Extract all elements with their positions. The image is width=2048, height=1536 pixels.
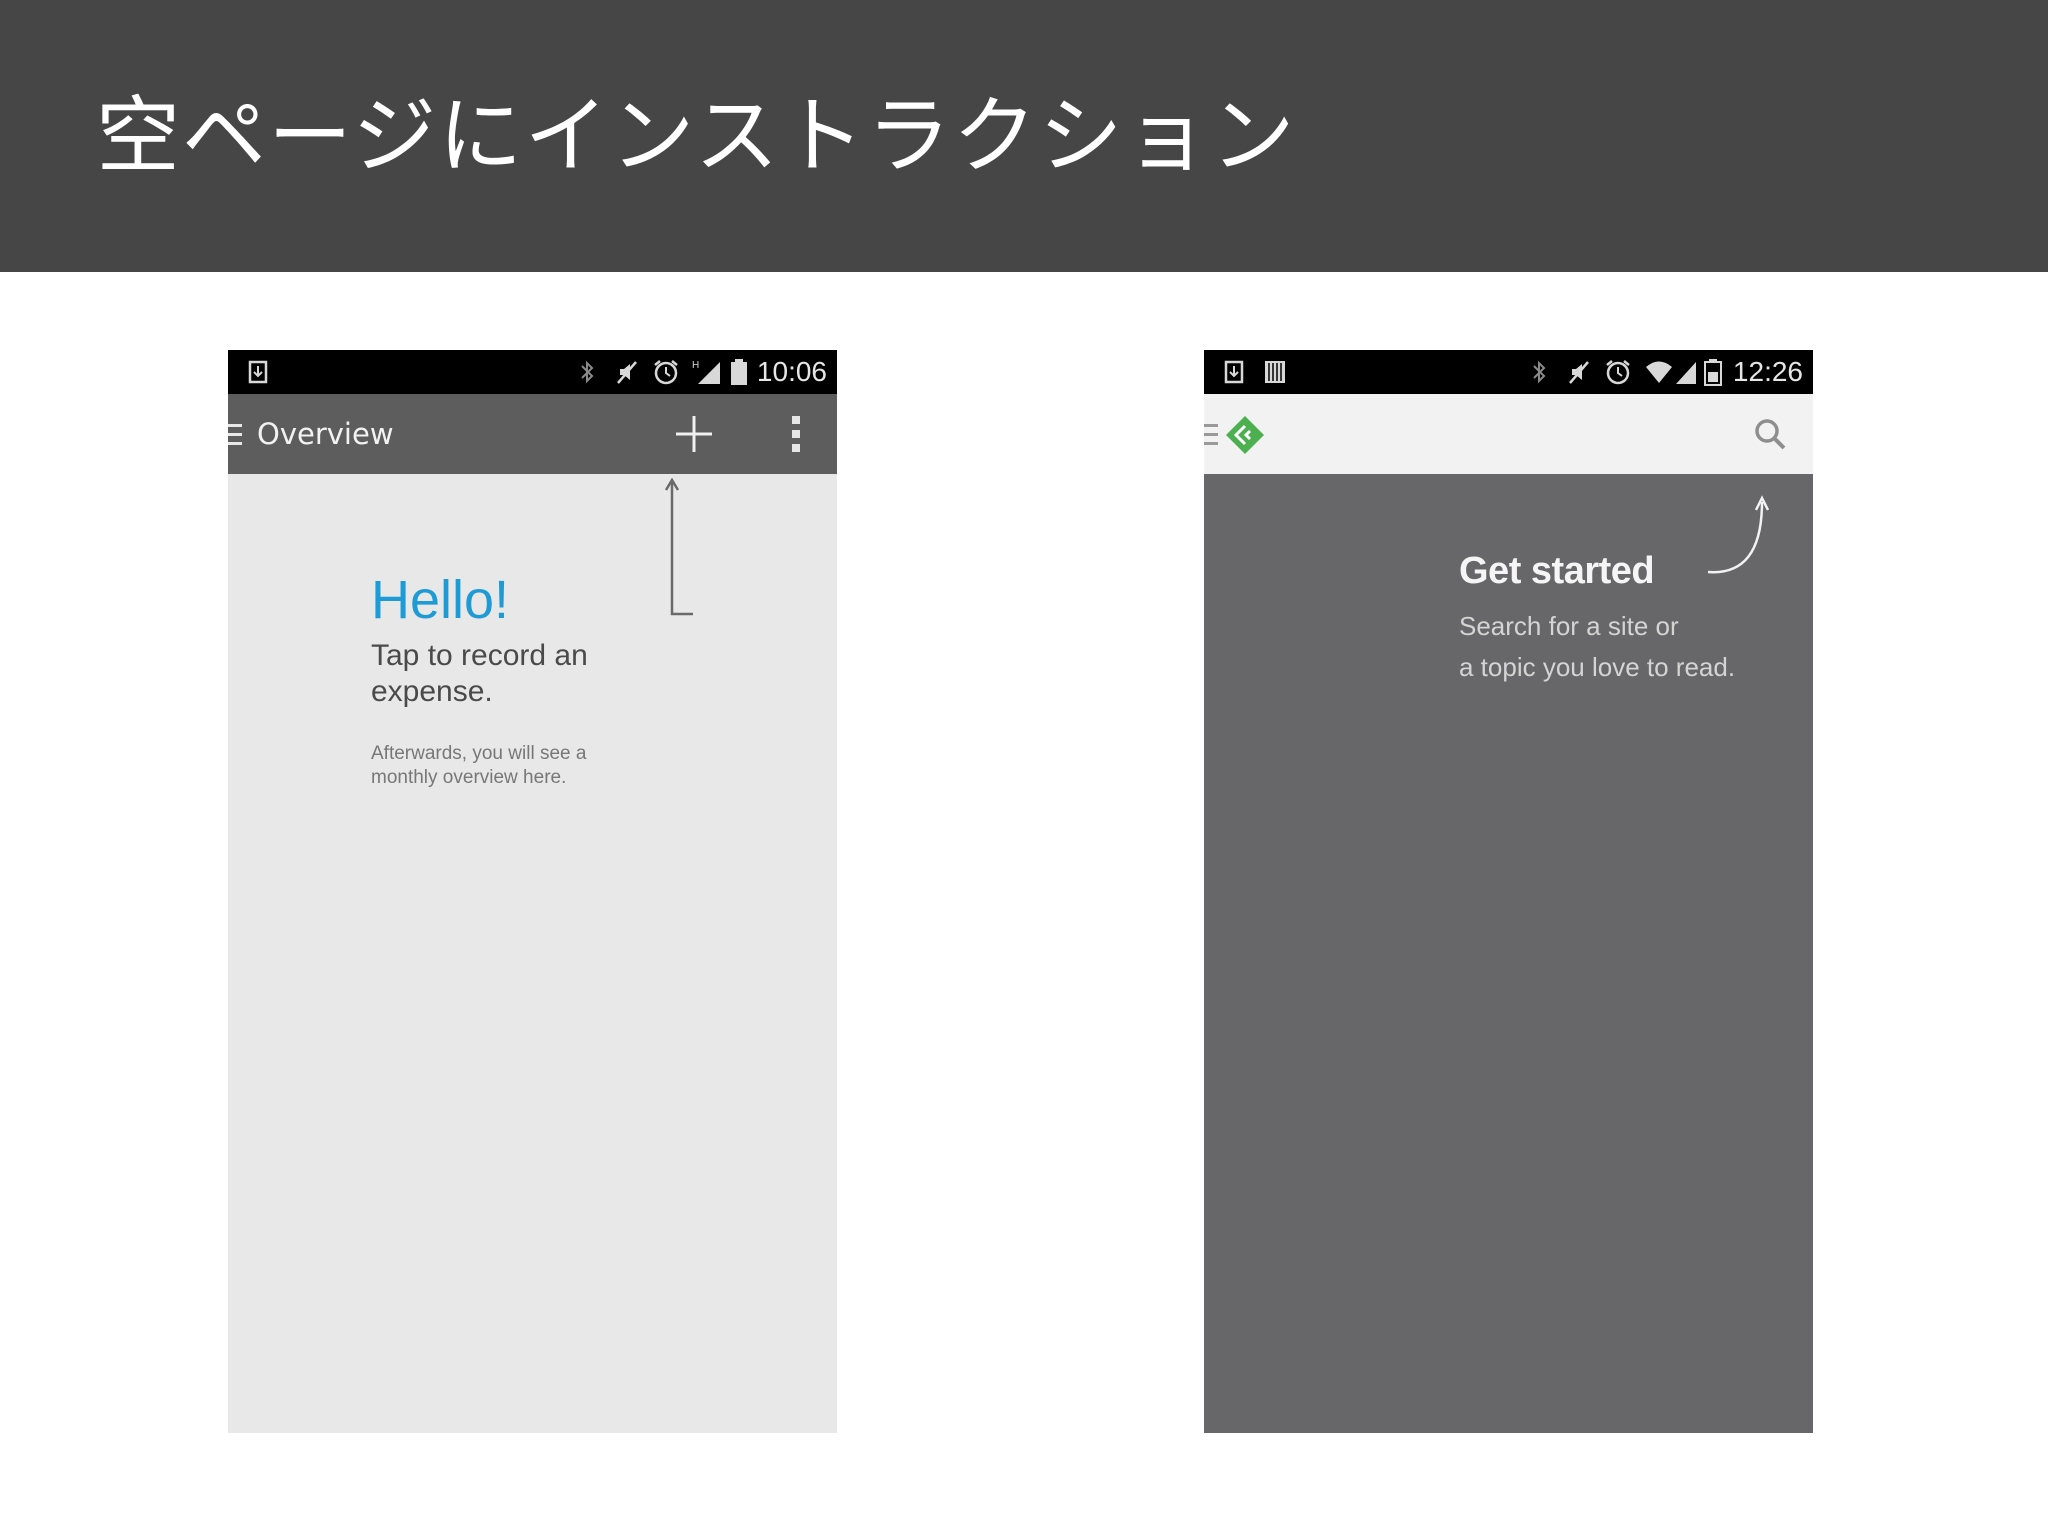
svg-text:H: H [692,360,699,371]
signal-icon [1674,358,1698,386]
status-bar: 12:26 [1204,350,1813,394]
search-instruction: Search for a site or a topic you love to… [1459,606,1779,688]
menu-icon[interactable] [1204,424,1218,446]
download-icon [1224,358,1244,386]
action-bar [1204,394,1813,474]
menu-icon[interactable] [228,424,242,446]
plus-icon[interactable] [672,412,716,456]
slide-title: 空ページにインストラクション [96,87,1297,185]
alarm-icon [1604,358,1632,386]
hello-heading: Hello! [371,570,510,630]
status-time: 10:06 [756,356,827,387]
search-icon[interactable] [1752,416,1788,452]
battery-icon [730,358,748,386]
search-instruction-line1: Search for a site or [1459,611,1679,641]
battery-icon [1704,358,1722,386]
phone-screenshot-expense-app: H 10:06 Overview Hello! Tap to record an… [228,350,837,1433]
alarm-icon [652,358,680,386]
action-bar: Overview [228,394,837,474]
mute-icon [1566,358,1592,386]
feedly-logo-icon[interactable] [1224,414,1266,456]
slide-header: 空ページにインストラクション [0,0,2048,272]
signal-icon: H [692,358,722,386]
mute-icon [614,358,640,386]
action-bar-title[interactable]: Overview [257,414,394,454]
search-instruction-line2: a topic you love to read. [1459,652,1736,682]
status-time: 12:26 [1732,356,1803,387]
tap-instruction: Tap to record an expense. [371,639,588,708]
barcode-icon [1264,358,1286,386]
overview-hint: Afterwards, you will see a monthly overv… [371,743,587,788]
arrow-annotation [1707,495,1770,574]
status-bar: H 10:06 [228,350,837,394]
arrow-annotation [664,478,693,616]
overflow-menu-icon[interactable] [784,412,808,456]
bluetooth-icon [578,358,596,386]
download-icon [248,358,268,386]
phone-screenshot-feedly-app: 12:26 Get started Search for a site or a… [1204,350,1813,1433]
bluetooth-icon [1530,358,1548,386]
wifi-icon [1644,358,1674,386]
get-started-heading: Get started [1459,550,1655,592]
